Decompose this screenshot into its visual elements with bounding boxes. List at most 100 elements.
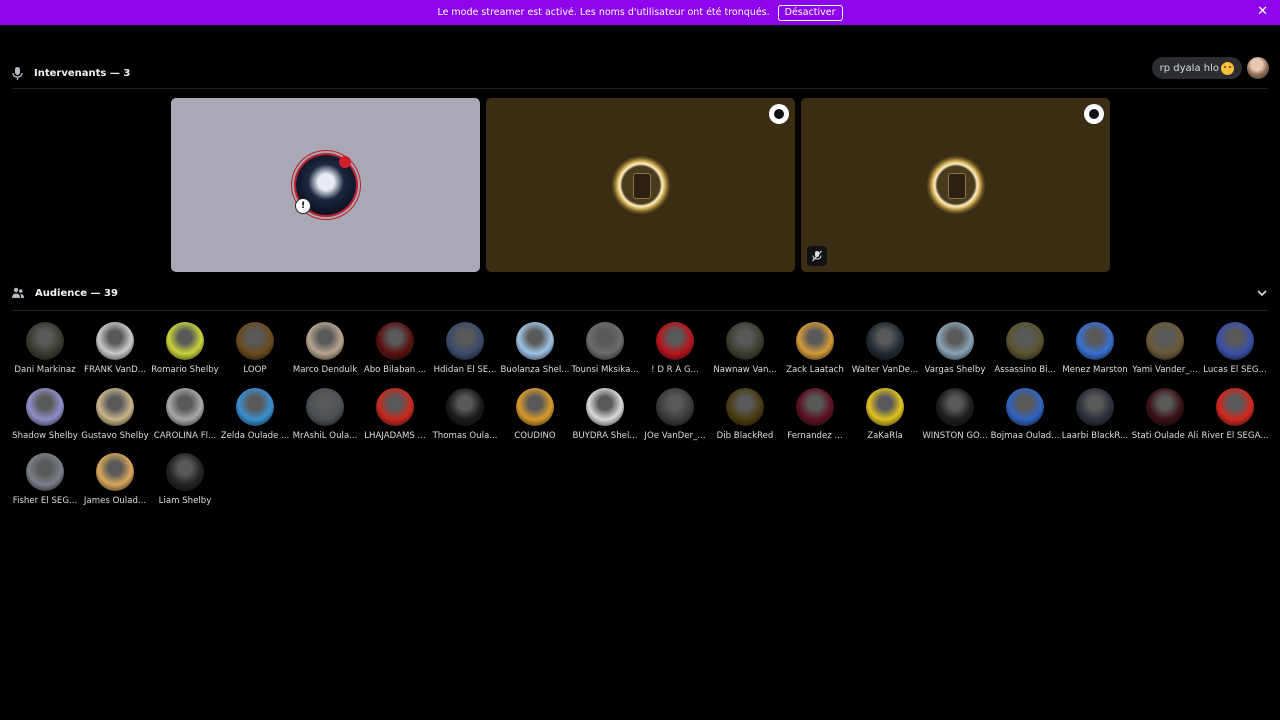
avatar[interactable] xyxy=(1247,57,1269,79)
close-icon[interactable]: ✕ xyxy=(1257,4,1268,19)
avatar xyxy=(516,322,554,360)
avatar xyxy=(96,387,134,426)
avatar xyxy=(26,453,64,491)
member-name: Zack Laatach xyxy=(786,365,844,375)
audience-member[interactable]: Laarbi BlackR... xyxy=(1060,387,1130,454)
microphone-icon xyxy=(12,66,23,80)
audience-member[interactable]: Walter VanDe... xyxy=(850,322,920,388)
audience-member[interactable]: Thomas Oula... xyxy=(430,387,500,454)
avatar xyxy=(446,387,484,426)
audience-member[interactable]: ZaKaRla xyxy=(850,387,920,454)
member-name: Assassino Bi... xyxy=(994,365,1056,375)
audience-member[interactable]: Marco Dendulk xyxy=(290,322,360,388)
audience-member[interactable]: JOe VanDer_... xyxy=(640,387,710,454)
avatar xyxy=(796,387,834,426)
audience-member[interactable]: WINSTON GO... xyxy=(920,387,990,454)
audience-member[interactable]: Fernandez ... xyxy=(780,387,850,454)
speaker-tile[interactable] xyxy=(801,98,1110,272)
audience-member[interactable]: Zelda Oulade ... xyxy=(220,387,290,454)
banner-message: Le mode streamer est activé. Les noms d'… xyxy=(437,7,770,18)
audience-member[interactable]: River El SEGA... xyxy=(1200,387,1270,454)
audience-member[interactable]: Hdidan El SE... xyxy=(430,322,500,388)
audience-member[interactable]: ! D R A G... xyxy=(640,322,710,388)
member-name: CAROLINA Fl... xyxy=(153,430,217,441)
speakers-title: Intervenants — 3 xyxy=(34,67,131,79)
member-name: ZaKaRla xyxy=(867,430,903,441)
audience-member[interactable]: Buolanza Shel... xyxy=(500,322,570,388)
audience-title: Audience — 39 xyxy=(35,287,118,299)
user-status-pill[interactable]: rp dyala hlo xyxy=(1151,57,1242,79)
member-name: Fernandez ... xyxy=(787,430,843,441)
audience-member[interactable]: Dib BlackRed xyxy=(710,387,780,454)
speaker-tile[interactable] xyxy=(486,98,795,272)
audience-member[interactable]: Bojmaa Oulad... xyxy=(990,387,1060,454)
audience-member[interactable]: BUYDRA Shel... xyxy=(570,387,640,454)
audience-member[interactable]: Assassino Bi... xyxy=(990,322,1060,388)
chevron-down-icon[interactable] xyxy=(1256,288,1268,298)
avatar xyxy=(516,387,554,426)
audience-member[interactable]: FRANK VanD... xyxy=(80,322,150,388)
member-name: Lucas El SEG... xyxy=(1203,365,1267,375)
avatar xyxy=(236,322,274,360)
audience-member[interactable]: Vargas Shelby xyxy=(920,322,990,388)
audience-member[interactable]: Abo Bilaban ... xyxy=(360,322,430,388)
member-name: ! D R A G... xyxy=(651,365,699,375)
member-name: James Oulad... xyxy=(83,496,147,506)
avatar xyxy=(96,322,134,360)
audience-member[interactable]: Fisher El SEG... xyxy=(10,453,80,519)
member-name: Menez Marston xyxy=(1062,365,1128,375)
avatar xyxy=(236,387,274,426)
avatar xyxy=(166,322,204,360)
member-name: FRANK VanD... xyxy=(84,365,146,375)
avatar xyxy=(1006,322,1044,360)
avatar xyxy=(376,322,414,360)
avatar xyxy=(936,387,974,426)
audience-member[interactable]: Nawnaw Van... xyxy=(710,322,780,388)
audience-member[interactable]: Tounsi Mksika... xyxy=(570,322,640,388)
avatar xyxy=(656,322,694,360)
audience-member[interactable]: CAROLINA Fl... xyxy=(150,387,220,454)
member-name: Thomas Oula... xyxy=(432,430,498,441)
avatar xyxy=(726,322,764,360)
member-name: Walter VanDe... xyxy=(851,365,919,375)
avatar xyxy=(1216,387,1254,426)
member-name: Vargas Shelby xyxy=(924,365,986,375)
avatar xyxy=(26,322,64,360)
audience-member[interactable]: Yami Vander_... xyxy=(1130,322,1200,388)
moderator-icon xyxy=(1084,104,1104,124)
avatar xyxy=(96,453,134,491)
member-name: Dani Markinaz xyxy=(14,365,76,375)
audience-member[interactable]: Romario Shelby xyxy=(150,322,220,388)
audience-member[interactable]: Zack Laatach xyxy=(780,322,850,388)
audience-member[interactable]: Liam Shelby xyxy=(150,453,220,519)
member-name: LHAJADAMS ... xyxy=(364,430,426,441)
audience-member[interactable]: Gustavo Shelby xyxy=(80,387,150,454)
audience-member[interactable]: Stati Oulade Ali xyxy=(1130,387,1200,454)
member-name: Romario Shelby xyxy=(151,365,219,375)
audience-member[interactable]: Lucas El SEG... xyxy=(1200,322,1270,388)
avatar xyxy=(446,322,484,360)
divider xyxy=(12,310,1268,311)
speaker-tile[interactable]: ! xyxy=(171,98,480,272)
avatar xyxy=(1076,322,1114,360)
moderator-icon xyxy=(769,104,789,124)
member-name: COUDINO xyxy=(514,430,556,441)
audience-member[interactable]: LHAJADAMS ... xyxy=(360,387,430,454)
avatar xyxy=(306,387,344,426)
disable-streamer-mode-button[interactable]: Désactiver xyxy=(777,4,843,21)
audience-member[interactable]: Dani Markinaz xyxy=(10,322,80,388)
member-name: Hdidan El SE... xyxy=(433,365,497,375)
member-name: Tounsi Mksika... xyxy=(571,365,639,375)
avatar xyxy=(866,322,904,360)
avatar xyxy=(376,387,414,426)
avatar xyxy=(936,322,974,360)
member-name: Dib BlackRed xyxy=(716,430,774,441)
avatar xyxy=(866,387,904,426)
audience-member[interactable]: LOOP xyxy=(220,322,290,388)
member-name: Gustavo Shelby xyxy=(81,430,149,441)
audience-member[interactable]: Menez Marston xyxy=(1060,322,1130,388)
audience-member[interactable]: COUDINO xyxy=(500,387,570,454)
audience-member[interactable]: Shadow Shelby xyxy=(10,387,80,454)
audience-member[interactable]: MrAshiL Oula... xyxy=(290,387,360,454)
audience-member[interactable]: James Oulad... xyxy=(80,453,150,519)
